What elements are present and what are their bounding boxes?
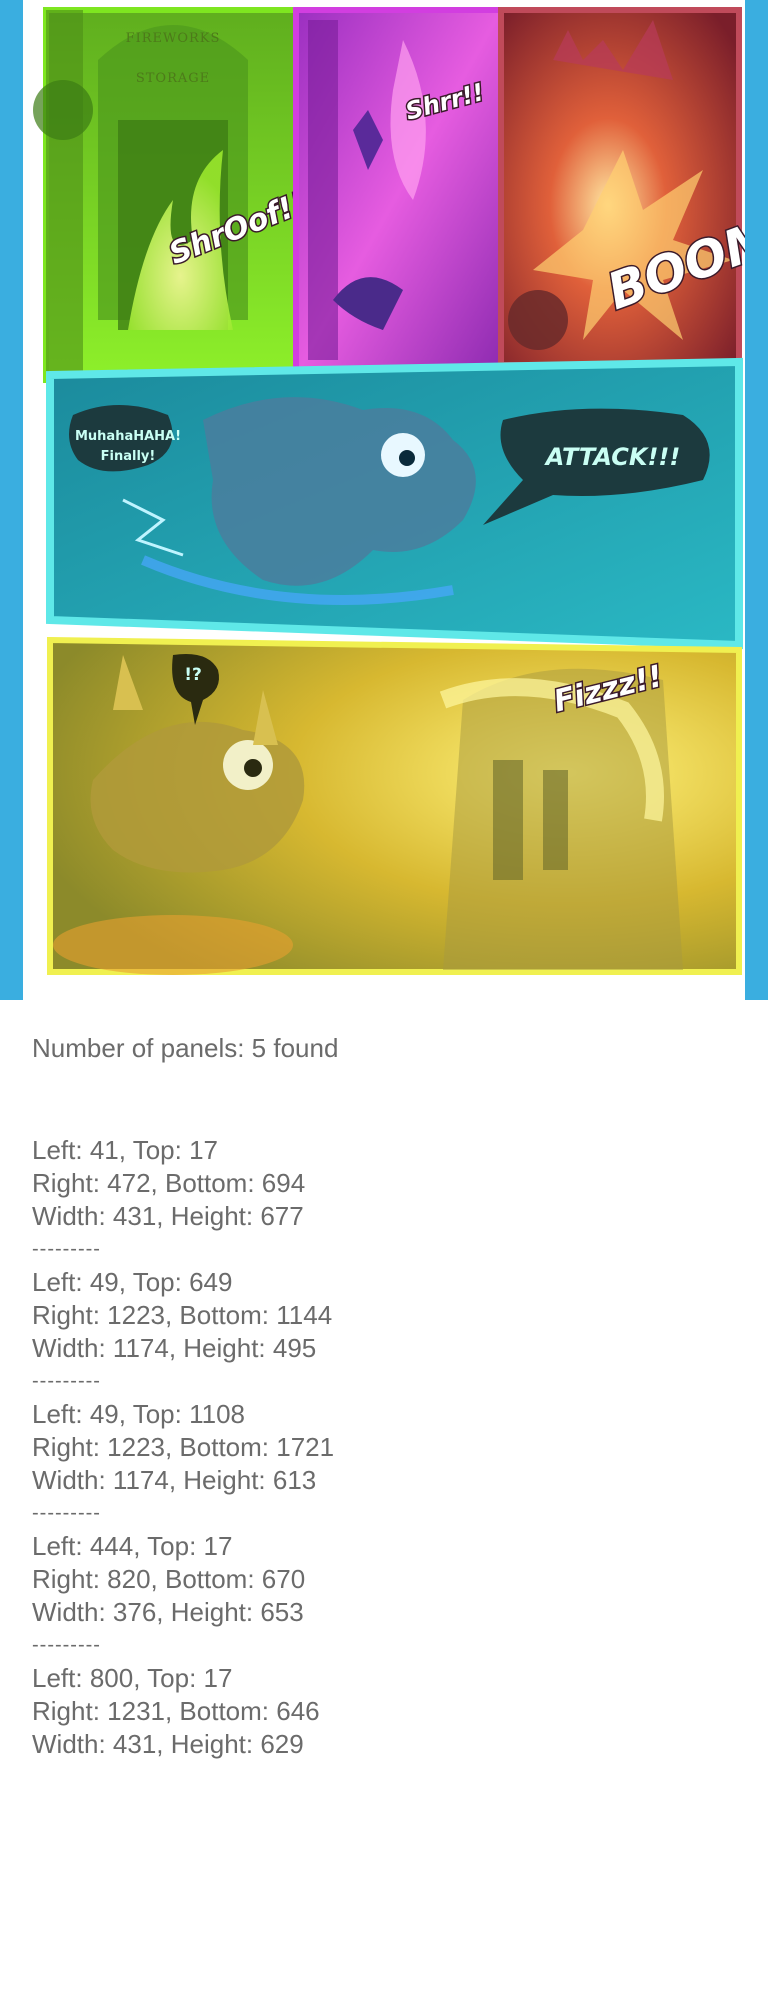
sign-fireworks: FIREWORKS — [126, 31, 221, 46]
panel-position: Left: 800, Top: 17 — [32, 1663, 233, 1693]
panel-position: Left: 49, Top: 1108 — [32, 1399, 245, 1429]
panel-extent: Right: 1223, Bottom: 1144 — [32, 1300, 333, 1330]
comic-panel-3: BOOM! — [498, 7, 745, 368]
panel-coords-5: Left: 800, Top: 17 Right: 1231, Bottom: … — [32, 1662, 732, 1761]
bubble-muhaha: MuhahaHAHA! — [75, 429, 181, 444]
panel-size: Width: 376, Height: 653 — [32, 1597, 304, 1627]
separator: --------- — [32, 1502, 101, 1524]
panel-position: Left: 41, Top: 17 — [32, 1135, 218, 1165]
panel-coords-1: Left: 41, Top: 17 Right: 472, Bottom: 69… — [32, 1134, 732, 1266]
comic-page: FIREWORKS STORAGE ShrOof!! Shrr!! BOOM! … — [23, 0, 745, 1000]
comic-panel-5: !? Fizzz!! — [47, 636, 742, 975]
bubble-attack: ATTACK!!! — [544, 443, 681, 471]
panel-count-label: Number of panels: 5 found — [32, 1033, 339, 1063]
comic-panel-1: FIREWORKS STORAGE ShrOof!! — [33, 7, 313, 383]
panel-extent: Right: 820, Bottom: 670 — [32, 1564, 306, 1594]
panel-position: Left: 49, Top: 649 — [32, 1267, 233, 1297]
sign-storage: STORAGE — [136, 71, 210, 86]
bubble-finally: Finally! — [101, 449, 156, 464]
comic-viewer-frame: FIREWORKS STORAGE ShrOof!! Shrr!! BOOM! … — [0, 0, 768, 1000]
comic-panel-4: MuhahaHAHA! Finally! ATTACK!!! — [46, 357, 743, 650]
panel-size: Width: 1174, Height: 495 — [32, 1333, 317, 1363]
separator: --------- — [32, 1370, 101, 1392]
panel-size: Width: 1174, Height: 613 — [32, 1465, 317, 1495]
separator: --------- — [32, 1238, 101, 1260]
separator: --------- — [32, 1634, 101, 1656]
panel-coords-4: Left: 444, Top: 17 Right: 820, Bottom: 6… — [32, 1530, 732, 1662]
panel-coords-2: Left: 49, Top: 649 Right: 1223, Bottom: … — [32, 1266, 732, 1398]
panel-size: Width: 431, Height: 677 — [32, 1201, 304, 1231]
comic-panel-2: Shrr!! — [293, 7, 504, 378]
panel-size: Width: 431, Height: 629 — [32, 1729, 304, 1759]
panel-extent: Right: 1231, Bottom: 646 — [32, 1696, 320, 1726]
panel-position: Left: 444, Top: 17 — [32, 1531, 233, 1561]
sfx-surprise: !? — [184, 665, 202, 685]
panel-coords-3: Left: 49, Top: 1108 Right: 1223, Bottom:… — [32, 1398, 732, 1530]
panel-extent: Right: 472, Bottom: 694 — [32, 1168, 306, 1198]
panel-extent: Right: 1223, Bottom: 1721 — [32, 1432, 335, 1462]
comic-image: FIREWORKS STORAGE ShrOof!! Shrr!! BOOM! … — [33, 7, 745, 975]
panel-info-output: Number of panels: 5 found Left: 41, Top:… — [32, 1032, 732, 1761]
